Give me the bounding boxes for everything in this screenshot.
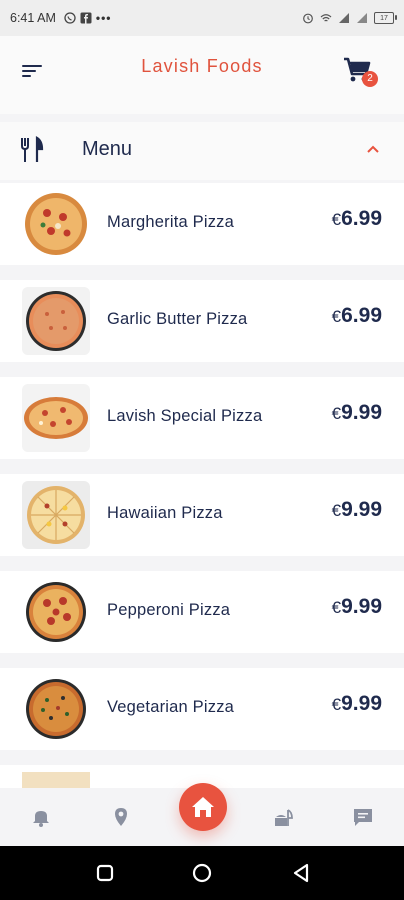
price-value: 9.99 <box>341 498 382 521</box>
price-value: 9.99 <box>341 692 382 715</box>
currency-symbol: € <box>331 501 342 520</box>
cart-button[interactable]: 2 <box>342 54 378 87</box>
price-value: 6.99 <box>341 207 382 230</box>
pizza-image <box>22 772 90 788</box>
home-circle-icon[interactable] <box>191 862 213 884</box>
currency-symbol: € <box>331 210 342 229</box>
cutlery-icon <box>21 136 44 162</box>
menu-item[interactable]: Margherita Pizza €6.99 <box>0 183 404 265</box>
bottom-navigation <box>0 783 404 846</box>
price-value: 9.99 <box>341 401 382 424</box>
section-title: Menu <box>82 138 133 160</box>
pizza-image <box>22 384 90 452</box>
currency-symbol: € <box>331 598 342 617</box>
item-name: Margherita Pizza <box>107 213 234 231</box>
item-price: €6.99 <box>332 304 382 328</box>
item-name: Lavish Special Pizza <box>107 407 263 425</box>
location-pin-icon[interactable] <box>110 806 132 828</box>
back-icon[interactable] <box>290 862 312 884</box>
menu-section-header[interactable]: Menu <box>0 122 404 180</box>
home-button[interactable] <box>179 783 227 831</box>
currency-symbol: € <box>331 695 342 714</box>
app-header: Lavish Foods 2 <box>0 36 404 114</box>
status-bar: 6:41 AM ••• 17 <box>0 0 404 36</box>
cart-count-badge: 2 <box>362 71 378 87</box>
signal-icon <box>339 13 349 23</box>
signal-icon-2 <box>357 13 367 23</box>
price-value: 9.99 <box>341 595 382 618</box>
item-price: €9.99 <box>332 498 382 522</box>
whatsapp-icon <box>64 12 76 24</box>
chevron-up-icon[interactable] <box>366 142 380 156</box>
menu-item[interactable]: Garlic Butter Pizza €6.99 <box>0 280 404 362</box>
pizza-image <box>22 190 90 258</box>
menu-item[interactable]: Pepperoni Pizza €9.99 <box>0 571 404 653</box>
system-navigation-bar <box>0 846 404 900</box>
battery-icon: 17 <box>374 12 397 24</box>
status-time: 6:41 AM <box>10 11 56 25</box>
currency-symbol: € <box>331 307 342 326</box>
wifi-icon <box>320 14 332 22</box>
item-name: Vegetarian Pizza <box>107 698 235 716</box>
item-price: €6.99 <box>332 207 382 231</box>
facebook-icon <box>80 12 92 24</box>
home-icon <box>192 797 214 817</box>
item-name: Pepperoni Pizza <box>107 601 231 619</box>
item-name: Garlic Butter Pizza <box>107 310 248 328</box>
pizza-image <box>22 287 90 355</box>
item-price: €9.99 <box>332 692 382 716</box>
price-value: 6.99 <box>341 304 382 327</box>
currency-symbol: € <box>331 404 342 423</box>
bell-icon[interactable] <box>30 806 52 828</box>
pizza-image <box>22 578 90 646</box>
more-notifications: ••• <box>95 11 112 25</box>
pizza-image <box>22 675 90 743</box>
item-name: Hawaiian Pizza <box>107 504 223 522</box>
battery-level: 17 <box>380 14 388 22</box>
pizza-image <box>22 481 90 549</box>
item-price: €9.99 <box>332 401 382 425</box>
food-icon[interactable] <box>272 806 294 828</box>
menu-item[interactable]: Lavish Special Pizza €9.99 <box>0 377 404 459</box>
menu-item[interactable]: Vegetarian Pizza €9.99 <box>0 668 404 750</box>
item-price: €9.99 <box>332 595 382 619</box>
alarm-icon <box>303 13 313 24</box>
menu-item[interactable]: Hawaiian Pizza €9.99 <box>0 474 404 556</box>
recents-icon[interactable] <box>94 862 116 884</box>
chat-icon[interactable] <box>352 806 374 828</box>
